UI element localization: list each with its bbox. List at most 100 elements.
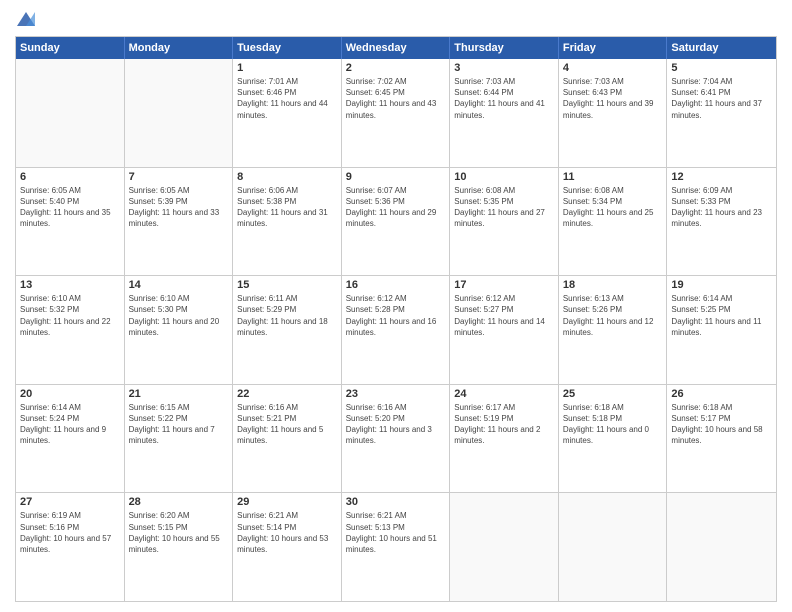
day-number: 7 <box>129 171 229 183</box>
calendar-cell: 13 Sunrise: 6:10 AM Sunset: 5:32 PM Dayli… <box>16 276 125 384</box>
header-cell-friday: Friday <box>559 37 668 59</box>
cell-info: Sunrise: 6:21 AM Sunset: 5:13 PM Dayligh… <box>346 510 446 555</box>
cell-info: Sunrise: 6:07 AM Sunset: 5:36 PM Dayligh… <box>346 185 446 230</box>
cell-info: Sunrise: 6:12 AM Sunset: 5:28 PM Dayligh… <box>346 293 446 338</box>
cell-info: Sunrise: 6:12 AM Sunset: 5:27 PM Dayligh… <box>454 293 554 338</box>
calendar-cell: 29 Sunrise: 6:21 AM Sunset: 5:14 PM Dayli… <box>233 493 342 601</box>
calendar-cell <box>667 493 776 601</box>
day-number: 10 <box>454 171 554 183</box>
calendar-cell: 16 Sunrise: 6:12 AM Sunset: 5:28 PM Dayli… <box>342 276 451 384</box>
cell-info: Sunrise: 6:16 AM Sunset: 5:21 PM Dayligh… <box>237 402 337 447</box>
cell-info: Sunrise: 6:18 AM Sunset: 5:17 PM Dayligh… <box>671 402 772 447</box>
calendar-cell: 18 Sunrise: 6:13 AM Sunset: 5:26 PM Dayli… <box>559 276 668 384</box>
calendar-row-3: 13 Sunrise: 6:10 AM Sunset: 5:32 PM Dayli… <box>16 275 776 384</box>
day-number: 28 <box>129 496 229 508</box>
day-number: 22 <box>237 388 337 400</box>
day-number: 16 <box>346 279 446 291</box>
calendar-cell <box>559 493 668 601</box>
calendar-cell: 9 Sunrise: 6:07 AM Sunset: 5:36 PM Daylig… <box>342 168 451 276</box>
calendar-cell: 5 Sunrise: 7:04 AM Sunset: 6:41 PM Daylig… <box>667 59 776 167</box>
cell-info: Sunrise: 6:09 AM Sunset: 5:33 PM Dayligh… <box>671 185 772 230</box>
day-number: 12 <box>671 171 772 183</box>
cell-info: Sunrise: 6:08 AM Sunset: 5:34 PM Dayligh… <box>563 185 663 230</box>
day-number: 25 <box>563 388 663 400</box>
calendar-cell: 17 Sunrise: 6:12 AM Sunset: 5:27 PM Dayli… <box>450 276 559 384</box>
cell-info: Sunrise: 7:04 AM Sunset: 6:41 PM Dayligh… <box>671 76 772 121</box>
day-number: 21 <box>129 388 229 400</box>
page: SundayMondayTuesdayWednesdayThursdayFrid… <box>0 0 792 612</box>
day-number: 15 <box>237 279 337 291</box>
calendar-cell: 2 Sunrise: 7:02 AM Sunset: 6:45 PM Daylig… <box>342 59 451 167</box>
cell-info: Sunrise: 6:05 AM Sunset: 5:39 PM Dayligh… <box>129 185 229 230</box>
calendar-cell: 23 Sunrise: 6:16 AM Sunset: 5:20 PM Dayli… <box>342 385 451 493</box>
day-number: 14 <box>129 279 229 291</box>
calendar-cell: 25Sunrise: 6:18 AM Sunset: 5:18 PM Dayli… <box>559 385 668 493</box>
calendar: SundayMondayTuesdayWednesdayThursdayFrid… <box>15 36 777 602</box>
day-number: 17 <box>454 279 554 291</box>
header-cell-sunday: Sunday <box>16 37 125 59</box>
calendar-cell: 26 Sunrise: 6:18 AM Sunset: 5:17 PM Dayli… <box>667 385 776 493</box>
calendar-cell <box>16 59 125 167</box>
calendar-row-1: 1 Sunrise: 7:01 AM Sunset: 6:46 PM Daylig… <box>16 59 776 167</box>
day-number: 23 <box>346 388 446 400</box>
cell-info: Sunrise: 6:20 AM Sunset: 5:15 PM Dayligh… <box>129 510 229 555</box>
day-number: 8 <box>237 171 337 183</box>
day-number: 11 <box>563 171 663 183</box>
day-number: 3 <box>454 62 554 74</box>
calendar-cell: 4 Sunrise: 7:03 AM Sunset: 6:43 PM Daylig… <box>559 59 668 167</box>
header-cell-thursday: Thursday <box>450 37 559 59</box>
calendar-cell: 14 Sunrise: 6:10 AM Sunset: 5:30 PM Dayli… <box>125 276 234 384</box>
calendar-cell <box>450 493 559 601</box>
cell-info: Sunrise: 7:02 AM Sunset: 6:45 PM Dayligh… <box>346 76 446 121</box>
cell-info: Sunrise: 6:08 AM Sunset: 5:35 PM Dayligh… <box>454 185 554 230</box>
cell-info: Sunrise: 6:19 AM Sunset: 5:16 PM Dayligh… <box>20 510 120 555</box>
day-number: 18 <box>563 279 663 291</box>
day-number: 26 <box>671 388 772 400</box>
cell-info: Sunrise: 6:16 AM Sunset: 5:20 PM Dayligh… <box>346 402 446 447</box>
cell-info: Sunrise: 7:03 AM Sunset: 6:44 PM Dayligh… <box>454 76 554 121</box>
header <box>15 10 777 28</box>
calendar-body: 1 Sunrise: 7:01 AM Sunset: 6:46 PM Daylig… <box>16 59 776 601</box>
cell-info: Sunrise: 6:21 AM Sunset: 5:14 PM Dayligh… <box>237 510 337 555</box>
calendar-cell: 7 Sunrise: 6:05 AM Sunset: 5:39 PM Daylig… <box>125 168 234 276</box>
cell-info: Sunrise: 6:14 AM Sunset: 5:25 PM Dayligh… <box>671 293 772 338</box>
header-cell-tuesday: Tuesday <box>233 37 342 59</box>
cell-info: Sunrise: 6:17 AM Sunset: 5:19 PM Dayligh… <box>454 402 554 447</box>
day-number: 4 <box>563 62 663 74</box>
day-number: 29 <box>237 496 337 508</box>
cell-info: Sunrise: 6:10 AM Sunset: 5:32 PM Dayligh… <box>20 293 120 338</box>
cell-info: Sunrise: 6:05 AM Sunset: 5:40 PM Dayligh… <box>20 185 120 230</box>
cell-info: Sunrise: 6:11 AM Sunset: 5:29 PM Dayligh… <box>237 293 337 338</box>
cell-info: Sunrise: 6:10 AM Sunset: 5:30 PM Dayligh… <box>129 293 229 338</box>
calendar-cell: 21Sunrise: 6:15 AM Sunset: 5:22 PM Dayli… <box>125 385 234 493</box>
day-number: 30 <box>346 496 446 508</box>
calendar-cell: 1 Sunrise: 7:01 AM Sunset: 6:46 PM Daylig… <box>233 59 342 167</box>
calendar-cell: 15 Sunrise: 6:11 AM Sunset: 5:29 PM Dayli… <box>233 276 342 384</box>
calendar-row-4: 20Sunrise: 6:14 AM Sunset: 5:24 PM Dayli… <box>16 384 776 493</box>
calendar-cell <box>125 59 234 167</box>
logo <box>15 10 41 28</box>
calendar-cell: 11 Sunrise: 6:08 AM Sunset: 5:34 PM Dayli… <box>559 168 668 276</box>
day-number: 24 <box>454 388 554 400</box>
header-cell-wednesday: Wednesday <box>342 37 451 59</box>
logo-icon <box>15 10 37 28</box>
day-number: 5 <box>671 62 772 74</box>
day-number: 9 <box>346 171 446 183</box>
day-number: 13 <box>20 279 120 291</box>
day-number: 20 <box>20 388 120 400</box>
cell-info: Sunrise: 7:01 AM Sunset: 6:46 PM Dayligh… <box>237 76 337 121</box>
cell-info: Sunrise: 6:13 AM Sunset: 5:26 PM Dayligh… <box>563 293 663 338</box>
calendar-cell: 6 Sunrise: 6:05 AM Sunset: 5:40 PM Daylig… <box>16 168 125 276</box>
calendar-cell: 3 Sunrise: 7:03 AM Sunset: 6:44 PM Daylig… <box>450 59 559 167</box>
day-number: 1 <box>237 62 337 74</box>
day-number: 6 <box>20 171 120 183</box>
calendar-row-5: 27Sunrise: 6:19 AM Sunset: 5:16 PM Dayli… <box>16 492 776 601</box>
calendar-cell: 24 Sunrise: 6:17 AM Sunset: 5:19 PM Dayli… <box>450 385 559 493</box>
calendar-cell: 28 Sunrise: 6:20 AM Sunset: 5:15 PM Dayli… <box>125 493 234 601</box>
calendar-row-2: 6 Sunrise: 6:05 AM Sunset: 5:40 PM Daylig… <box>16 167 776 276</box>
calendar-cell: 22 Sunrise: 6:16 AM Sunset: 5:21 PM Dayli… <box>233 385 342 493</box>
day-number: 2 <box>346 62 446 74</box>
cell-info: Sunrise: 6:06 AM Sunset: 5:38 PM Dayligh… <box>237 185 337 230</box>
cell-info: Sunrise: 7:03 AM Sunset: 6:43 PM Dayligh… <box>563 76 663 121</box>
calendar-cell: 30 Sunrise: 6:21 AM Sunset: 5:13 PM Dayli… <box>342 493 451 601</box>
